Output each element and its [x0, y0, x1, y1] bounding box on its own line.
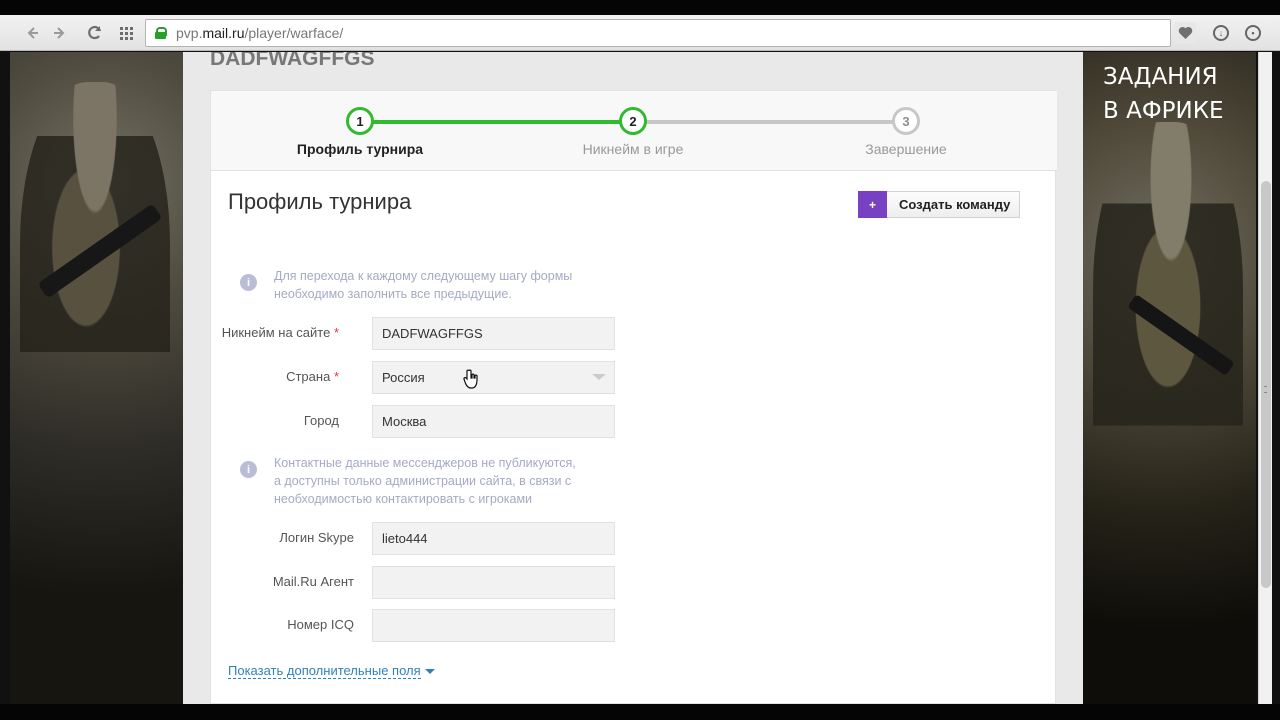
banner-title: ЗАДАНИЯ В АФРИКЕ [1103, 64, 1224, 124]
step-3-label: Завершение [865, 141, 947, 157]
scrollbar-grip [1264, 386, 1267, 393]
show-more-fields-link[interactable]: Показать дополнительные поля [228, 664, 421, 679]
reload-icon[interactable] [84, 22, 106, 44]
profile-icon[interactable]: • [1242, 22, 1264, 44]
step-1-label[interactable]: Профиль турнира [250, 141, 470, 157]
section-title: Профиль турнира [228, 189, 412, 214]
chevron-down-icon[interactable] [425, 669, 435, 674]
main-content: DADFWAGFFGS 1 2 3 Профиль турнира Никней… [183, 52, 1083, 704]
soldier-right-image [1093, 122, 1243, 492]
icq-field[interactable] [372, 609, 615, 642]
mail-agent-field[interactable] [372, 566, 615, 599]
icq-label: Номер ICQ [287, 617, 354, 632]
heart-icon[interactable] [1174, 22, 1196, 44]
apps-grid-icon[interactable] [115, 22, 137, 44]
create-team-button[interactable]: + Создать команду [858, 191, 1020, 218]
step-3-circle: 3 [892, 107, 920, 135]
hand-cursor-icon [463, 369, 478, 389]
info-line-1: Для перехода к каждому следующему шагу ф… [274, 269, 573, 283]
city-label: Город [303, 413, 339, 428]
plus-icon: + [858, 191, 887, 218]
chevron-down-icon [592, 374, 606, 380]
contacts-info-line-1: Контактные данные мессенджеров не публик… [274, 456, 576, 470]
address-url[interactable]: pvp.mail.ru/player/warface/ [176, 25, 343, 41]
registration-stepper: 1 2 3 Профиль турнира Никнейм в игре Зав… [211, 91, 1057, 171]
city-field[interactable]: Москва [372, 405, 615, 438]
bottom-black-bar [0, 704, 1280, 720]
contacts-info-line-2: а доступны только администрации сайта, в… [274, 474, 572, 488]
contacts-info-note: i Контактные данные мессенджеров не публ… [240, 454, 630, 508]
back-arrow-icon[interactable] [20, 22, 42, 44]
forward-arrow-icon[interactable] [50, 22, 72, 44]
right-game-banner[interactable]: ЗАДАНИЯ В АФРИКЕ [1083, 52, 1256, 704]
info-icon: i [240, 461, 257, 478]
site-nick-label: Никнейм на сайте * [221, 325, 339, 340]
address-bar[interactable]: pvp.mail.ru/player/warface/ [145, 19, 1171, 47]
step-1-circle[interactable]: 1 [346, 107, 374, 135]
browser-screen: pvp.mail.ru/player/warface/ ↓ • ЗАДАНИЯ … [0, 0, 1280, 720]
mail-agent-label: Mail.Ru Агент [272, 574, 354, 589]
lock-icon [155, 27, 167, 39]
step-2-label[interactable]: Никнейм в игре [523, 141, 743, 157]
pending-progress-line [633, 120, 906, 124]
player-nickname-heading: DADFWAGFFGS [210, 52, 375, 70]
tournament-form-panel: 1 2 3 Профиль турнира Никнейм в игре Зав… [210, 90, 1057, 704]
form-info-note: i Для перехода к каждому следующему шагу… [240, 267, 630, 303]
top-black-bar [0, 0, 1280, 15]
info-line-2: необходимо заполнить все предыдущие. [274, 287, 512, 301]
country-select[interactable]: Россия [372, 361, 615, 394]
download-icon[interactable]: ↓ [1210, 22, 1232, 44]
completed-progress-line [360, 120, 633, 124]
skype-field[interactable]: lieto444 [372, 522, 615, 555]
info-icon: i [240, 274, 257, 291]
step-2-circle[interactable]: 2 [619, 107, 647, 135]
country-label: Страна * [286, 369, 339, 384]
vertical-scrollbar[interactable] [1258, 52, 1272, 704]
left-game-banner[interactable] [10, 52, 183, 704]
create-team-label: Создать команду [899, 197, 1011, 212]
site-nick-field[interactable]: DADFWAGFFGS [372, 317, 615, 350]
browser-toolbar: pvp.mail.ru/player/warface/ ↓ • [0, 15, 1280, 51]
scrollbar-thumb[interactable] [1261, 181, 1271, 588]
page-viewport: ЗАДАНИЯ В АФРИКЕ DADFWAGFFGS 1 2 3 Профи… [10, 52, 1256, 704]
skype-label: Логин Skype [279, 530, 354, 545]
contacts-info-line-3: необходимостью контактировать с игроками [274, 492, 533, 506]
